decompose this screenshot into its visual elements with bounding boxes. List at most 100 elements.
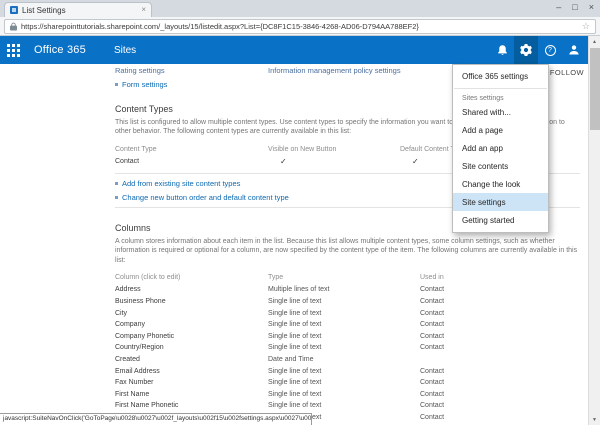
status-link-preview: javascript:SuiteNavOnClick('GoToPage\u00… <box>0 413 312 425</box>
menu-item-change-the-look[interactable]: Change the look <box>453 175 548 193</box>
column-used-in: Contact <box>420 344 580 351</box>
column-name[interactable]: Created <box>115 356 268 363</box>
window-controls: – □ × <box>556 2 594 12</box>
menu-item-getting-started[interactable]: Getting started <box>453 211 548 229</box>
column-row: Business PhoneSingle line of textContact <box>115 296 580 308</box>
link-rating-settings[interactable]: Rating settings <box>115 66 268 75</box>
column-type: Single line of text <box>268 344 420 351</box>
column-name[interactable]: Email Address <box>115 368 268 375</box>
link-change-new-button-order[interactable]: Change new button order and default cont… <box>122 193 289 202</box>
settings-gear-icon[interactable] <box>514 36 538 64</box>
help-question-glyph: ? <box>545 45 556 56</box>
notifications-bell-icon[interactable] <box>490 36 514 64</box>
column-type: Single line of text <box>268 298 420 305</box>
browser-viewport: Office 365 Sites ? ☆ FOLLOW Rating setti… <box>0 36 600 425</box>
column-name[interactable]: City <box>115 310 268 317</box>
column-used-in: Contact <box>420 379 580 386</box>
tab-title: List Settings <box>22 6 137 15</box>
visible-check-icon: ✓ <box>268 157 400 166</box>
column-row: Company PhoneticSingle line of textConta… <box>115 331 580 343</box>
column-type: Single line of text <box>268 333 420 340</box>
menu-group-header: Sites settings <box>453 92 548 103</box>
menu-item-site-settings[interactable]: Site settings <box>453 193 548 211</box>
column-name[interactable]: First Name Phonetic <box>115 402 268 409</box>
column-used-in: Contact <box>420 391 580 398</box>
menu-item-site-contents[interactable]: Site contents <box>453 157 548 175</box>
bullet-icon <box>115 182 118 185</box>
suite-bar-icons: ? <box>490 36 586 64</box>
column-row: First Name PhoneticSingle line of textCo… <box>115 400 580 412</box>
browser-tab-strip: List Settings × – □ × <box>0 0 600 17</box>
window-minimize-button[interactable]: – <box>556 2 561 12</box>
content-type-contact-link[interactable]: Contact <box>115 158 268 165</box>
column-row: CreatedDate and Time <box>115 354 580 366</box>
column-name[interactable]: Fax Number <box>115 379 268 386</box>
header-type: Type <box>268 274 420 281</box>
vertical-scrollbar[interactable]: ▲ ▼ <box>588 36 600 425</box>
nav-sites[interactable]: Sites <box>114 45 136 56</box>
column-name[interactable]: Address <box>115 286 268 293</box>
column-used-in: Contact <box>420 414 580 421</box>
menu-divider <box>454 88 547 89</box>
scroll-down-icon[interactable]: ▼ <box>589 414 600 425</box>
column-used-in: Contact <box>420 286 580 293</box>
columns-description: A column stores information about each i… <box>115 237 580 265</box>
https-lock-icon <box>10 22 17 31</box>
column-used-in: Contact <box>420 402 580 409</box>
column-row: First NameSingle line of textContact <box>115 389 580 401</box>
header-visible-on-new-button: Visible on New Button <box>268 146 400 153</box>
help-icon[interactable]: ? <box>538 36 562 64</box>
column-name[interactable]: First Name <box>115 391 268 398</box>
menu-item-shared-with[interactable]: Shared with... <box>453 103 548 121</box>
link-form-settings[interactable]: Form settings <box>122 80 167 89</box>
header-used-in: Used in <box>420 274 580 281</box>
column-row: Fax NumberSingle line of textContact <box>115 377 580 389</box>
column-type: Single line of text <box>268 402 420 409</box>
column-type: Multiple lines of text <box>268 286 420 293</box>
bookmark-star-icon[interactable]: ☆ <box>582 22 590 31</box>
column-used-in: Contact <box>420 368 580 375</box>
column-row: Email AddressSingle line of textContact <box>115 365 580 377</box>
scroll-up-icon[interactable]: ▲ <box>589 36 600 47</box>
window-close-button[interactable]: × <box>589 2 594 12</box>
settings-dropdown-menu: Office 365 settings Sites settingsShared … <box>452 64 549 233</box>
window-maximize-button[interactable]: □ <box>572 2 577 12</box>
office365-suite-bar: Office 365 Sites ? <box>0 36 588 64</box>
column-used-in: Contact <box>420 298 580 305</box>
column-name[interactable]: Company Phonetic <box>115 333 268 340</box>
bullet-icon <box>115 83 118 86</box>
bullet-icon <box>115 196 118 199</box>
column-name[interactable]: Business Phone <box>115 298 268 305</box>
column-type: Single line of text <box>268 368 420 375</box>
columns-header-row: Column (click to edit) Type Used in <box>115 274 580 281</box>
column-row: AddressMultiple lines of textContact <box>115 284 580 296</box>
link-add-from-existing-site-content-types[interactable]: Add from existing site content types <box>122 179 240 188</box>
account-person-icon[interactable] <box>562 36 586 64</box>
column-name[interactable]: Company <box>115 321 268 328</box>
scrollbar-thumb[interactable] <box>590 48 600 130</box>
app-launcher-icon[interactable] <box>0 36 26 64</box>
column-used-in: Contact <box>420 321 580 328</box>
column-type: Single line of text <box>268 379 420 386</box>
menu-item-add-a-page[interactable]: Add a page <box>453 121 548 139</box>
columns-table: AddressMultiple lines of textContactBusi… <box>115 284 580 425</box>
header-column-click-to-edit: Column (click to edit) <box>115 274 268 281</box>
column-type: Single line of text <box>268 321 420 328</box>
url-text[interactable]: https://sharepointtutorials.sharepoint.c… <box>21 22 578 31</box>
menu-item-add-an-app[interactable]: Add an app <box>453 139 548 157</box>
browser-address-bar: https://sharepointtutorials.sharepoint.c… <box>0 17 600 36</box>
browser-tab[interactable]: List Settings × <box>4 2 152 17</box>
url-field[interactable]: https://sharepointtutorials.sharepoint.c… <box>4 19 596 34</box>
column-used-in: Contact <box>420 310 580 317</box>
column-used-in: Contact <box>420 333 580 340</box>
tab-close-icon[interactable]: × <box>141 6 146 14</box>
office365-brand[interactable]: Office 365 <box>34 44 86 56</box>
menu-item-office-365-settings[interactable]: Office 365 settings <box>453 67 548 85</box>
column-type: Single line of text <box>268 310 420 317</box>
tab-favicon-icon <box>10 6 18 14</box>
column-name[interactable]: Country/Region <box>115 344 268 351</box>
column-type: Single line of text <box>268 391 420 398</box>
column-row: CitySingle line of textContact <box>115 307 580 319</box>
column-row: CompanySingle line of textContact <box>115 319 580 331</box>
column-type: Date and Time <box>268 356 420 363</box>
